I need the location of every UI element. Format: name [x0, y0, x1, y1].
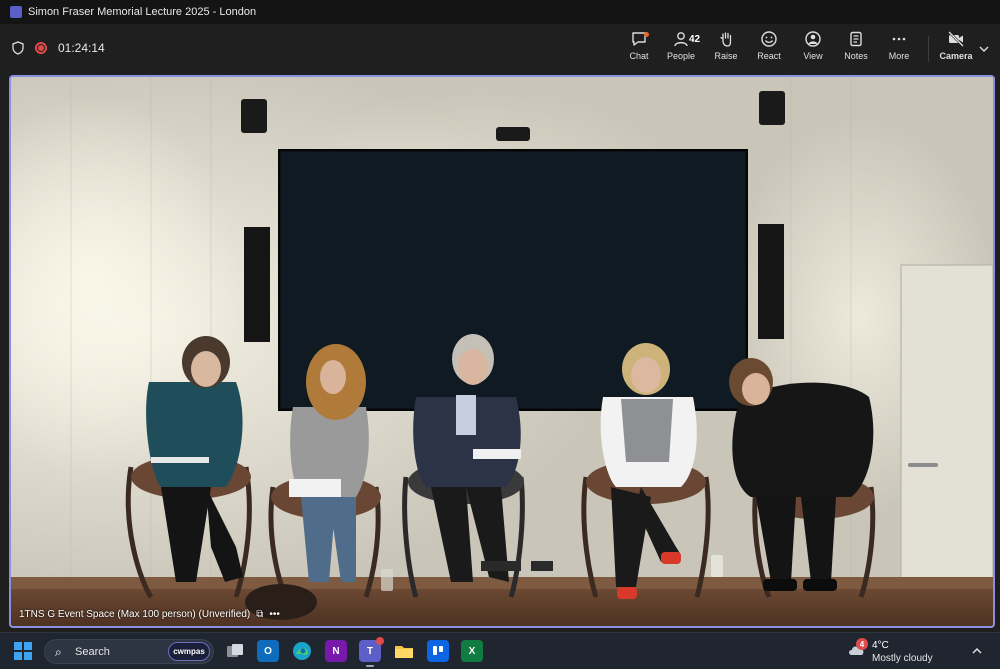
video-stage[interactable]: 1TNS G Event Space (Max 100 person) (Unv… — [9, 75, 995, 628]
more-icon — [892, 37, 906, 41]
camera-label: Camera — [939, 51, 973, 61]
window-title: Simon Fraser Memorial Lecture 2025 - Lon… — [28, 6, 257, 18]
weather-temp: 4°C — [872, 640, 889, 651]
people-icon — [674, 32, 688, 47]
camera-off-icon — [948, 31, 964, 47]
teams-logo-icon — [10, 6, 22, 18]
chat-label: Chat — [629, 51, 649, 61]
meeting-toolbar: 01:24:14 Chat 42 People Raise React View… — [0, 24, 1000, 72]
start-button[interactable] — [14, 642, 32, 660]
react-button[interactable]: React — [747, 30, 791, 68]
edge-icon — [293, 642, 311, 660]
meeting-timer: 01:24:14 — [58, 41, 105, 55]
camera-button[interactable]: Camera — [934, 30, 978, 68]
search-highlight-chip[interactable]: cwmpas — [168, 642, 210, 661]
content-share-icon[interactable]: ⧉ — [256, 609, 263, 620]
chevron-up-icon[interactable] — [972, 646, 982, 656]
chat-unread-badge — [644, 32, 649, 37]
taskbar-app-teams[interactable]: T — [359, 637, 384, 667]
smiley-icon — [761, 31, 777, 47]
title-bar: Simon Fraser Memorial Lecture 2025 - Lon… — [0, 0, 1000, 24]
search-icon: ⌕ — [55, 645, 62, 659]
people-button[interactable]: 42 People — [659, 30, 703, 68]
notes-button[interactable]: Notes — [834, 30, 878, 68]
taskbar-app-trello[interactable] — [427, 640, 449, 662]
shield-icon[interactable] — [12, 41, 24, 55]
teams-notification-dot — [376, 637, 384, 645]
teams-icon: T — [366, 645, 374, 657]
weather-badge: 4 — [856, 638, 868, 650]
view-button[interactable]: View — [791, 30, 835, 68]
folder-icon — [395, 646, 413, 658]
toolbar-divider — [928, 36, 929, 62]
more-label: More — [888, 51, 910, 61]
chevron-down-icon[interactable] — [978, 44, 990, 54]
people-label: People — [666, 51, 696, 61]
excel-icon: X — [468, 645, 476, 657]
taskbar-app-outlook[interactable]: O — [257, 640, 279, 662]
notes-label: Notes — [844, 51, 868, 61]
notes-icon — [850, 31, 862, 47]
hand-icon — [720, 32, 732, 47]
raise-label: Raise — [714, 51, 738, 61]
raise-hand-button[interactable]: Raise — [704, 30, 748, 68]
recording-icon — [35, 42, 47, 54]
taskbar-search[interactable]: ⌕ Search cwmpas — [44, 639, 214, 664]
people-count: 42 — [689, 34, 701, 45]
search-label: Search — [75, 646, 110, 658]
weather-condition: Mostly cloudy — [872, 653, 933, 664]
view-icon — [805, 31, 821, 47]
stage-caption: 1TNS G Event Space (Max 100 person) (Unv… — [19, 609, 280, 620]
taskbar-app-edge[interactable] — [291, 640, 313, 662]
windows-taskbar: ⌕ Search cwmpas O N T X 4 4°C Mostly clo… — [0, 632, 1000, 669]
chat-button[interactable]: Chat — [617, 30, 661, 68]
trello-icon — [433, 646, 443, 655]
more-options-icon[interactable]: ••• — [269, 609, 280, 620]
room-video-feed — [11, 77, 993, 626]
react-label: React — [757, 51, 781, 61]
onenote-icon: N — [332, 645, 340, 657]
view-label: View — [803, 51, 823, 61]
windows-logo-icon — [14, 642, 22, 650]
room-name: 1TNS G Event Space (Max 100 person) (Unv… — [19, 609, 251, 620]
task-view-icon — [227, 644, 243, 657]
taskbar-app-file-explorer[interactable] — [393, 640, 415, 662]
taskbar-app-excel[interactable]: X — [461, 640, 483, 662]
taskbar-app-task-view[interactable] — [224, 640, 246, 662]
taskbar-app-onenote[interactable]: N — [325, 640, 347, 662]
outlook-icon: O — [264, 645, 272, 657]
more-button[interactable]: More — [877, 30, 921, 68]
